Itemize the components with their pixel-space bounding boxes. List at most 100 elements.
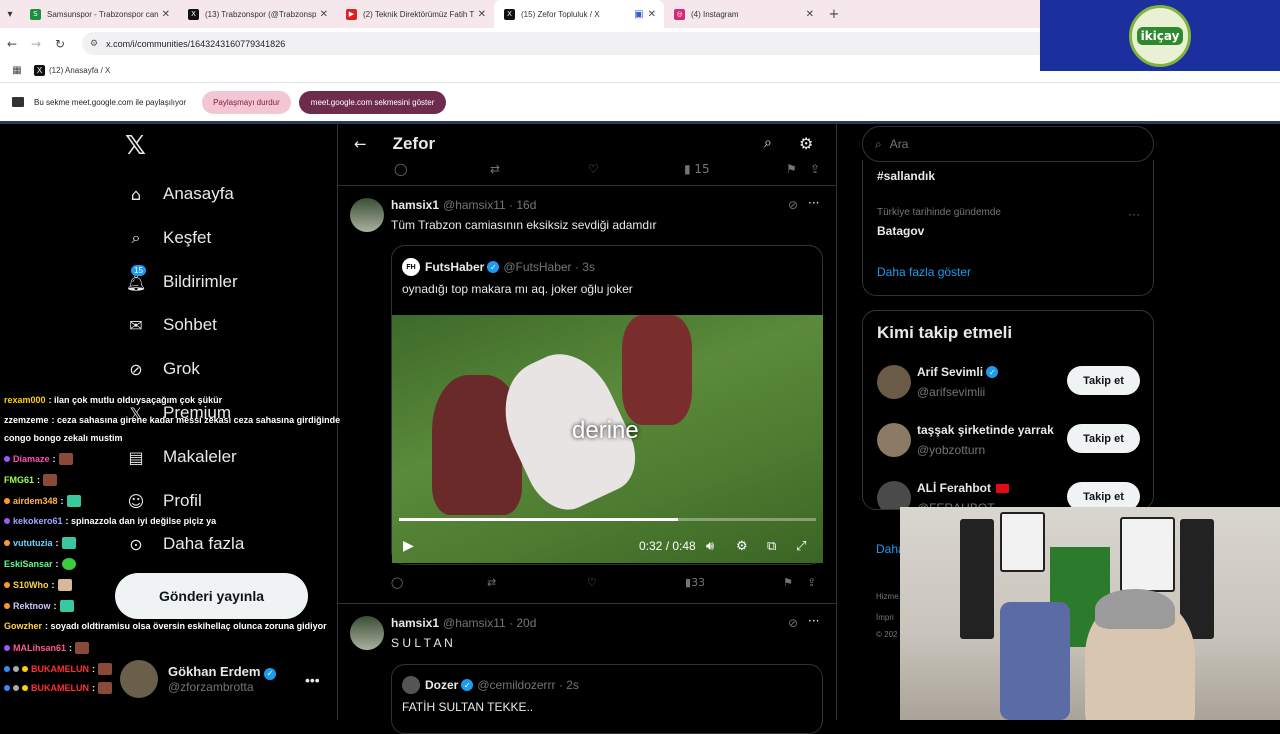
suggestion-row[interactable]: Arif Sevimli ✓ @arifsevimlii Takip et: [877, 363, 1147, 403]
url-text: x.com/i/communities/1643243160779341826: [106, 38, 286, 49]
more-icon[interactable]: ···: [808, 614, 819, 628]
nav-messages[interactable]: ✉ Sohbet: [125, 314, 217, 336]
like-icon[interactable]: ♡: [588, 162, 599, 176]
site-info-icon[interactable]: ⚙: [90, 39, 98, 49]
repost-icon[interactable]: ⇄: [490, 162, 500, 176]
search-icon[interactable]: ⌕: [764, 135, 772, 151]
nav-grok[interactable]: ⊘ Grok: [125, 358, 200, 380]
volume-icon[interactable]: 🔊︎: [706, 539, 714, 554]
reload-icon[interactable]: ↻: [48, 37, 72, 51]
chat-message: : soyadı oldtiramisu olsa översin eskihe…: [45, 621, 327, 631]
browser-tab[interactable]: ▶ (2) Teknik Direktörümüz Fatih T ✕: [336, 0, 494, 28]
bookmark-item[interactable]: X (12) Anasayfa / X: [34, 65, 110, 76]
emote-icon: [61, 537, 76, 549]
follow-button[interactable]: Takip et: [1067, 366, 1140, 395]
panel-title: Kimi takip etmeli: [877, 323, 1013, 342]
apps-grid-icon[interactable]: ▦: [0, 65, 34, 76]
post-actions: ◯ ⇄ ♡ ▮ 33 ⚑ ⇪: [391, 576, 823, 596]
trend-item[interactable]: #sallandık: [877, 169, 935, 183]
follow-button[interactable]: Takip et: [1067, 482, 1140, 509]
back-arrow-icon[interactable]: ←: [354, 135, 367, 153]
browser-tab-active[interactable]: X (15) Zefor Topluluk / X ▣ ✕: [494, 0, 664, 28]
bookmark-icon[interactable]: ⚑: [783, 576, 793, 589]
close-icon[interactable]: ✕: [162, 9, 170, 20]
more-icon[interactable]: ···: [1128, 207, 1140, 221]
close-icon[interactable]: ✕: [806, 9, 814, 20]
post-header: hamsix1 @hamsix11 · 20d: [391, 616, 536, 630]
views-icon[interactable]: ▮ 15: [684, 162, 710, 176]
chat-message: :: [92, 683, 95, 693]
suggestion-row[interactable]: ALİ Ferahbot @FERAHBOT Takip et: [877, 479, 1147, 509]
share-icon[interactable]: ⇪: [807, 576, 816, 589]
stop-sharing-button[interactable]: Paylaşmayı durdur: [202, 90, 291, 114]
reply-icon[interactable]: ◯: [394, 162, 407, 176]
chat-user: S10Who: [13, 580, 49, 590]
forward-icon[interactable]: →: [24, 37, 48, 51]
footer-copyright: © 202: [876, 630, 898, 639]
play-icon[interactable]: ▶: [403, 538, 414, 554]
new-tab-icon[interactable]: +: [822, 0, 846, 28]
more-icon[interactable]: ···: [808, 196, 819, 210]
trend-item[interactable]: Batagov: [877, 224, 924, 238]
share-icon[interactable]: ⇪: [810, 162, 820, 176]
chat-user: MALihsan61: [13, 643, 67, 653]
gear-icon[interactable]: ⚙: [736, 539, 748, 554]
chat-user: rexam000: [4, 395, 46, 405]
follow-button[interactable]: Takip et: [1067, 424, 1140, 453]
bookmark-icon[interactable]: ⚑: [786, 162, 797, 176]
x-logo-icon[interactable]: 𝕏: [125, 131, 146, 161]
video-progress-bar[interactable]: [399, 518, 816, 521]
back-icon[interactable]: ←: [0, 37, 24, 51]
chat-line: BUKAMELUN:: [4, 682, 112, 694]
nav-explore[interactable]: ⌕ Keşfet: [125, 227, 212, 249]
views-icon[interactable]: ▮ 33: [685, 576, 705, 589]
suggestion-row[interactable]: taşşak şirketinde yarrak @yobzotturn Tak…: [877, 421, 1147, 461]
chat-user: Gowzher: [4, 621, 43, 631]
search-input[interactable]: ⌕ Ara: [862, 126, 1154, 162]
pip-icon[interactable]: ⧉: [767, 539, 776, 554]
tab-title: (2) Teknik Direktörümüz Fatih T: [363, 9, 474, 19]
author-name[interactable]: hamsix1: [391, 198, 439, 212]
author-handle[interactable]: @hamsix11 · 16d: [443, 198, 536, 212]
url-field[interactable]: ⚙ x.com/i/communities/164324316077934182…: [82, 32, 1040, 55]
footer-link[interactable]: Hizme: [876, 592, 899, 601]
badge-icon: [4, 603, 10, 609]
avatar[interactable]: [350, 198, 384, 232]
grok-icon[interactable]: ⊘: [788, 616, 798, 630]
nav-home[interactable]: ⌂ Anasayfa: [125, 183, 234, 205]
badge-icon: [13, 666, 19, 672]
quote-text: FATİH SULTAN TEKKE..: [402, 700, 534, 714]
quoted-post[interactable]: Dozer ✓ @cemildozerrr · 2s FATİH SULTAN …: [391, 664, 823, 734]
gear-icon[interactable]: ⚙: [799, 134, 813, 153]
nav-label: Keşfet: [163, 228, 212, 247]
author-handle[interactable]: @hamsix11 · 20d: [443, 616, 536, 630]
badge-icon: [4, 666, 10, 672]
nav-label: Anasayfa: [163, 184, 234, 203]
close-icon[interactable]: ✕: [320, 9, 328, 20]
close-icon[interactable]: ✕: [478, 9, 486, 20]
tab-title: Samsunspor - Trabzonspor canlı: [47, 9, 158, 19]
chat-user: Diamaze: [13, 454, 50, 464]
avatar: [877, 365, 911, 399]
like-icon[interactable]: ♡: [587, 576, 597, 589]
browser-tab[interactable]: X (13) Trabzonspor (@Trabzonspor) ✕: [178, 0, 336, 28]
browser-tab[interactable]: ◎ (4) Instagram ✕: [664, 0, 822, 28]
tab-title: (4) Instagram: [691, 9, 739, 19]
repost-icon[interactable]: ⇄: [487, 576, 496, 589]
suggestion-name: Arif Sevimli: [917, 365, 984, 379]
chat-line: congo bongo zekalı mustim: [4, 433, 123, 443]
grok-icon[interactable]: ⊘: [788, 198, 798, 212]
browser-tab[interactable]: S Samsunspor - Trabzonspor canlı ✕: [20, 0, 178, 28]
footer-link[interactable]: İmpri: [876, 613, 894, 622]
show-more-link[interactable]: Daha fazla göster: [877, 265, 971, 279]
bookmark-label: (12) Anasayfa / X: [49, 66, 111, 75]
chat-line: Diamaze:: [4, 453, 73, 465]
close-icon[interactable]: ✕: [648, 9, 656, 20]
fullscreen-icon[interactable]: ⤢: [796, 539, 806, 554]
show-meet-tab-button[interactable]: meet.google.com sekmesini göster: [298, 90, 447, 114]
video-player[interactable]: derine ▶ 0:32 / 0:48 🔊︎ ⚙ ⧉ ⤢: [392, 315, 823, 563]
suggestion-name: taşşak şirketinde yarrak: [917, 423, 1054, 437]
tab-search-chevron-icon[interactable]: ▾: [0, 0, 20, 28]
video-caption: derine: [572, 417, 639, 444]
address-bar-row: ← → ↻ ⚙ x.com/i/communities/164324316077…: [0, 28, 1040, 59]
